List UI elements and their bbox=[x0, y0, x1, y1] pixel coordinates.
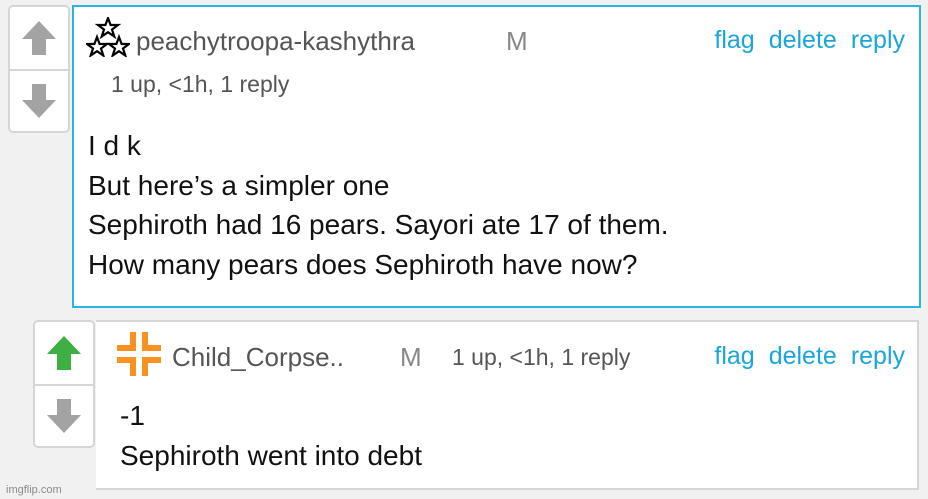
comment-line: But here’s a simpler one bbox=[88, 169, 390, 201]
downvote-button[interactable] bbox=[10, 71, 68, 131]
comment-body: I d k But here’s a simpler one Sephiroth… bbox=[88, 126, 669, 284]
comment-line: Sephiroth went into debt bbox=[120, 439, 422, 471]
comment-meta: 1 up, <1h, 1 reply bbox=[111, 71, 290, 97]
comment-actions: flag delete reply bbox=[714, 26, 905, 55]
delete-link[interactable]: delete bbox=[769, 26, 837, 55]
orange-cross-icon bbox=[117, 332, 161, 376]
down-arrow-icon bbox=[47, 399, 81, 433]
comment-meta: 1 up, <1h, 1 reply bbox=[452, 344, 631, 370]
vote-box bbox=[8, 5, 70, 133]
downvote-button[interactable] bbox=[35, 386, 93, 446]
flag-link[interactable]: flag bbox=[714, 26, 754, 55]
comment-line: How many pears does Sephiroth have now? bbox=[88, 248, 638, 280]
delete-link[interactable]: delete bbox=[769, 342, 837, 371]
mod-badge: M bbox=[506, 26, 528, 56]
mod-badge: M bbox=[400, 342, 422, 372]
upvote-button[interactable] bbox=[10, 7, 68, 69]
down-arrow-icon bbox=[22, 84, 56, 118]
reply-link[interactable]: reply bbox=[851, 342, 905, 371]
comment-line: -1 bbox=[120, 400, 145, 431]
vote-box bbox=[33, 320, 95, 448]
up-arrow-icon bbox=[22, 21, 56, 55]
upvote-button[interactable] bbox=[35, 322, 93, 384]
username[interactable]: Child_Corpse.. bbox=[172, 342, 344, 373]
three-stars-icon bbox=[86, 17, 130, 57]
comment-body: -1 Sephiroth went into debt bbox=[120, 396, 422, 475]
comment-line: I d k bbox=[88, 130, 141, 161]
comment-line: Sephiroth had 16 pears. Sayori ate 17 of… bbox=[88, 209, 669, 240]
reply-comment: Child_Corpse.. M 1 up, <1h, 1 reply flag… bbox=[96, 320, 919, 490]
comment: peachytroopa-kashythra M flag delete rep… bbox=[72, 5, 921, 308]
flag-link[interactable]: flag bbox=[714, 342, 754, 371]
username[interactable]: peachytroopa-kashythra bbox=[136, 26, 415, 57]
watermark: imgflip.com bbox=[6, 484, 62, 496]
comment-actions: flag delete reply bbox=[714, 342, 905, 371]
up-arrow-icon bbox=[47, 336, 81, 370]
reply-link[interactable]: reply bbox=[851, 26, 905, 55]
